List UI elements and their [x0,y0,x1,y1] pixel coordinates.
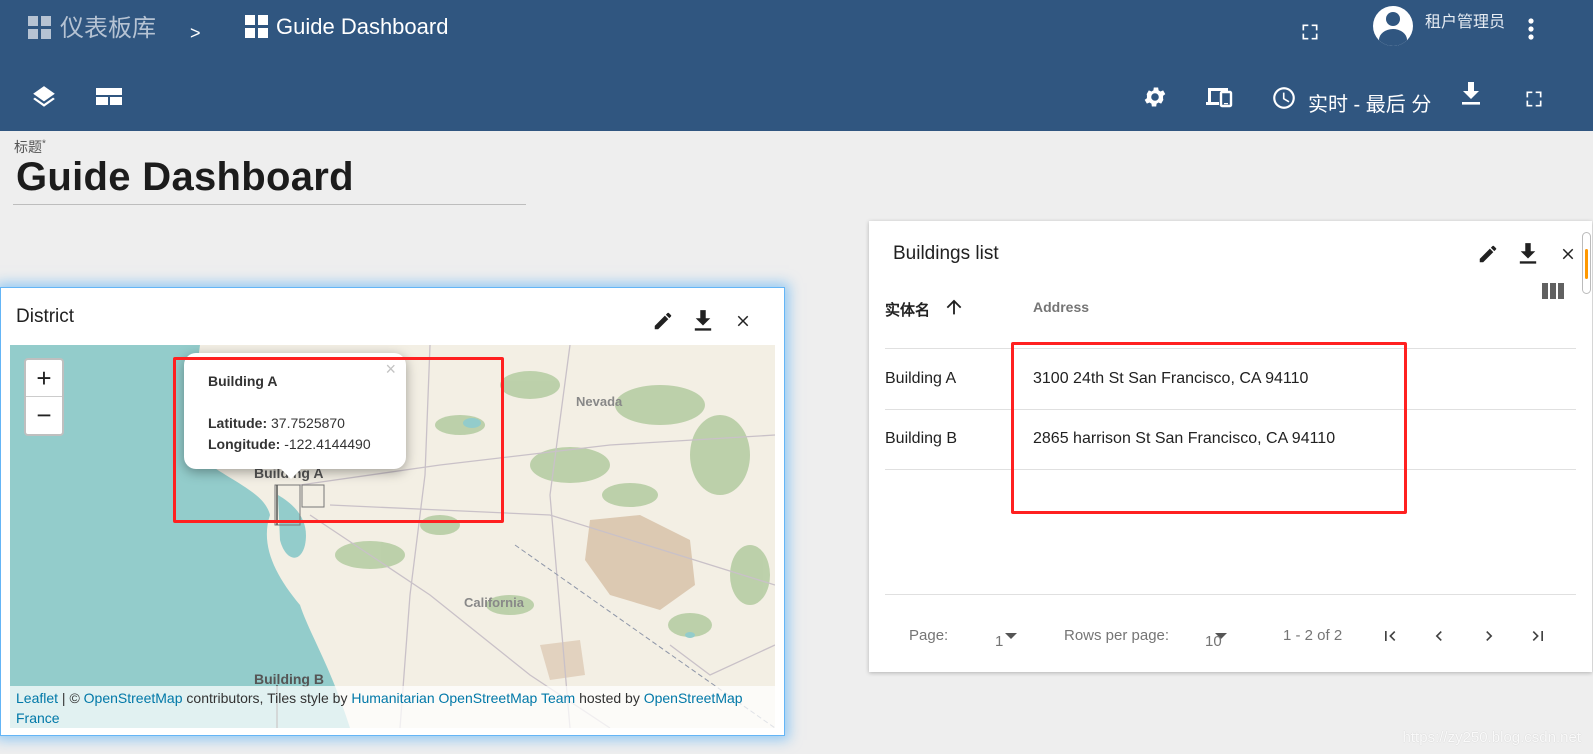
map-place-label: California [464,595,524,610]
more-vert-icon[interactable] [1521,14,1541,44]
clock-icon[interactable] [1270,84,1298,112]
edit-icon[interactable] [1473,239,1503,269]
map-place-label: Nevada [576,394,623,409]
breadcrumb-root[interactable]: 仪表板库 [60,14,156,44]
map-attribution: Leaflet | © OpenStreetMap contributors, … [10,686,775,728]
title-caption: 标题* [14,138,46,155]
zoom-control: + − [24,358,64,436]
prev-page-icon[interactable] [1424,621,1454,651]
download-icon[interactable] [688,306,718,336]
divider [885,594,1576,595]
zoom-out-button[interactable]: − [26,397,62,434]
widget-actions [1473,239,1583,269]
rows-per-page-label: Rows per page: [1064,627,1170,644]
attribution-text: contributors, Tiles style by [182,690,352,706]
download-icon[interactable] [1513,239,1543,269]
table-pagination: Page: 1 Rows per page: 10 1 - 2 of 2 [869,621,1592,651]
page-select[interactable]: 1 [995,627,1017,650]
column-header-address[interactable]: Address [1033,299,1089,315]
avatar[interactable] [1373,6,1413,46]
table-header: 实体名 Address [885,291,1576,349]
timewindow-label[interactable]: 实时 - 最后 分 [1308,88,1431,117]
close-icon[interactable] [1553,239,1583,269]
top-toolbar: 仪表板库 > Guide Dashboard 租户管理员 实时 - 最后 分 [0,0,1593,131]
hot-link[interactable]: Humanitarian OpenStreetMap Team [351,690,575,706]
osm-france-link[interactable]: France [16,710,60,726]
highlight-box [173,357,504,523]
page-label: Page: [909,627,949,644]
widget-title: District [16,306,75,327]
dashboard-icon [245,15,268,38]
breadcrumb-current: Guide Dashboard [276,14,449,39]
highlight-box [1011,342,1407,514]
widget-title: Buildings list [893,243,999,264]
first-page-icon[interactable] [1375,621,1405,651]
close-icon[interactable] [728,306,758,336]
layers-icon[interactable] [29,82,59,112]
osm-link[interactable]: OpenStreetMap [84,690,183,706]
user-name[interactable]: 租户管理员 [1425,8,1505,32]
download-icon[interactable] [1457,80,1485,108]
sort-ascending-icon [946,299,962,315]
edit-icon[interactable] [648,306,678,336]
widget-actions [648,306,758,336]
breadcrumb: 仪表板库 > Guide Dashboard 租户管理员 [0,0,1593,58]
dashboard-title-input[interactable]: Guide Dashboard [16,155,354,200]
attribution-text: | © [58,690,84,706]
title-underline [13,204,526,205]
fullscreen-icon[interactable] [1297,19,1323,45]
marker-label: Building B [254,671,324,687]
dashboard-toolbar: 实时 - 最后 分 [0,64,1593,128]
watermark: https://zy250.blog.csdn.net [1402,729,1581,746]
layout-icon[interactable] [94,82,124,112]
osm-france-link[interactable]: OpenStreetMap [644,690,743,706]
settings-icon[interactable] [1140,82,1170,112]
dashboards-icon [28,16,51,39]
breadcrumb-separator: > [190,23,201,43]
devices-icon[interactable] [1203,82,1235,112]
cell-name: Building B [885,430,958,447]
fullscreen-icon[interactable] [1521,86,1547,112]
rows-per-page-select[interactable]: 10 [1205,627,1227,650]
zoom-in-button[interactable]: + [26,360,62,397]
next-page-icon[interactable] [1474,621,1504,651]
page-range: 1 - 2 of 2 [1283,627,1343,644]
column-header-entity[interactable]: 实体名 [885,299,962,320]
last-page-icon[interactable] [1523,621,1553,651]
leaflet-link[interactable]: Leaflet [16,690,58,706]
scrollbar[interactable] [1582,232,1591,294]
dropdown-caret-icon [1005,633,1017,640]
cell-name: Building A [885,370,957,387]
attribution-text: hosted by [575,690,644,706]
